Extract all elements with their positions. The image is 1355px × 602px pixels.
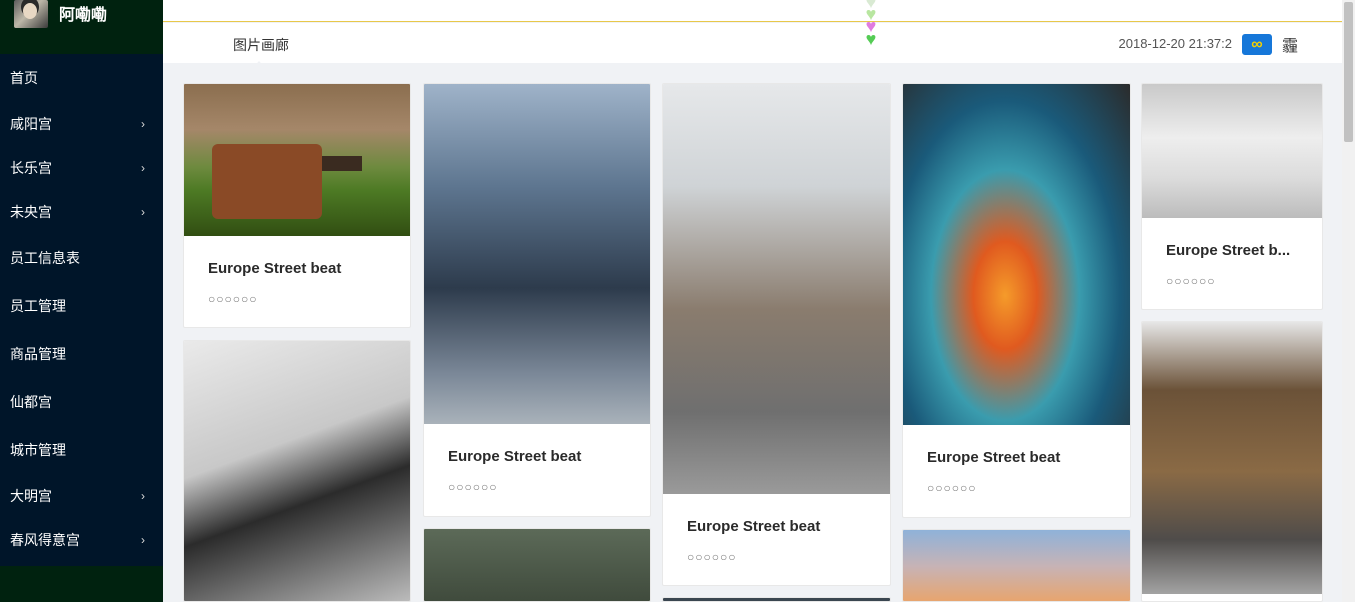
card-title: Europe Street beat bbox=[208, 260, 342, 277]
chevron-right-icon: › bbox=[141, 489, 145, 503]
sidebar-item-label: 首页 bbox=[10, 70, 38, 86]
sidebar-item-city-management[interactable]: 城市管理 bbox=[0, 426, 163, 474]
card-title: Europe Street b... bbox=[1166, 242, 1291, 259]
sidebar-footer bbox=[0, 566, 163, 602]
sidebar: 阿嘞嘞 首页 咸阳宫 › 长乐宫 › 未央宫 › 员工信息表 员工管理 商品管理 仙都… bbox=[0, 0, 163, 602]
sidebar-item-label: 仙都宫 bbox=[10, 394, 52, 410]
gallery-card[interactable] bbox=[423, 528, 651, 602]
page-scrollbar[interactable] bbox=[1342, 0, 1355, 602]
sidebar-item-daming-palace[interactable]: 大明宫 › bbox=[0, 474, 163, 518]
sidebar-item-employee-management[interactable]: 员工管理 bbox=[0, 282, 163, 330]
card-title: Europe Street beat bbox=[927, 449, 1061, 466]
sunset-clouds-photo bbox=[903, 530, 1130, 601]
card-description: ○○○○○○ bbox=[208, 292, 258, 306]
sidebar-item-label: 大明宫 bbox=[10, 488, 52, 504]
mountain-road-skater-photo bbox=[1142, 322, 1322, 594]
sidebar-item-xianyang-palace[interactable]: 咸阳宫 › bbox=[0, 102, 163, 146]
gallery-card[interactable]: Europe Street beat ○○○○○○ bbox=[902, 83, 1131, 518]
gallery-card[interactable] bbox=[183, 340, 411, 602]
helicopter-woman-photo bbox=[424, 84, 650, 424]
chevron-right-icon: › bbox=[141, 161, 145, 175]
japanese-street-photo bbox=[663, 84, 890, 494]
gallery-card[interactable]: Europe Street beat ○○○○○○ bbox=[662, 83, 891, 586]
ocean-wave-sunset-photo bbox=[903, 84, 1130, 425]
weather-label: 霾 bbox=[1281, 38, 1298, 55]
avatar[interactable] bbox=[14, 0, 48, 28]
chevron-right-icon: › bbox=[141, 205, 145, 219]
heart-icon: ♥ bbox=[865, 29, 877, 49]
card-title: Europe Street beat bbox=[687, 518, 821, 535]
breadcrumb-caret-icon bbox=[251, 61, 267, 70]
card-description: ○○○○○○ bbox=[927, 481, 977, 495]
sidebar-item-xiandu-palace[interactable]: 仙都宫 bbox=[0, 378, 163, 426]
sidebar-item-label: 咸阳宫 bbox=[10, 116, 52, 132]
chevron-right-icon: › bbox=[141, 533, 145, 547]
breadcrumb: 图片画廊 bbox=[233, 37, 289, 53]
sidebar-menu: 首页 咸阳宫 › 长乐宫 › 未央宫 › 员工信息表 员工管理 商品管理 仙都宫 城市… bbox=[0, 54, 163, 562]
user-panel: 阿嘞嘞 bbox=[0, 0, 163, 54]
datetime-display: 2018-12-20 21:37:2 bbox=[1118, 36, 1232, 51]
user-name: 阿嘞嘞 bbox=[59, 7, 108, 24]
blurred-green-photo bbox=[424, 529, 650, 601]
sidebar-item-label: 春风得意宫 bbox=[10, 532, 80, 548]
sidebar-item-label: 商品管理 bbox=[10, 346, 66, 362]
scrollbar-thumb[interactable] bbox=[1344, 2, 1353, 142]
breadcrumb-bar: 图片画廊 2018-12-20 21:37:2 ∞ 霾 bbox=[163, 23, 1342, 70]
snowy-jeep-photo bbox=[1142, 84, 1322, 218]
sidebar-item-label: 员工管理 bbox=[10, 298, 66, 314]
dark-photo bbox=[663, 598, 890, 601]
hearts-decoration: ♥ ♥ ♥ ♥ bbox=[862, 0, 880, 50]
sidebar-item-home[interactable]: 首页 bbox=[0, 54, 163, 102]
card-title: Europe Street beat bbox=[448, 448, 582, 465]
sidebar-item-label: 城市管理 bbox=[10, 442, 66, 458]
top-header-bar bbox=[163, 0, 1342, 22]
sidebar-item-label: 长乐宫 bbox=[10, 160, 52, 176]
gallery-card[interactable]: Europe Street beat ○○○○○○ bbox=[183, 83, 411, 328]
card-description: ○○○○○○ bbox=[448, 480, 498, 494]
sidebar-item-weiyang-palace[interactable]: 未央宫 › bbox=[0, 190, 163, 234]
sidebar-item-product-management[interactable]: 商品管理 bbox=[0, 330, 163, 378]
sidebar-item-changle-palace[interactable]: 长乐宫 › bbox=[0, 146, 163, 190]
forest-suitcase-photo bbox=[184, 84, 410, 236]
sidebar-item-employee-info[interactable]: 员工信息表 bbox=[0, 234, 163, 282]
sidebar-item-label: 员工信息表 bbox=[10, 250, 80, 266]
crow-illustration bbox=[184, 341, 410, 601]
gallery-card[interactable]: Europe Street beat ○○○○○○ bbox=[423, 83, 651, 517]
sidebar-item-chunfeng-palace[interactable]: 春风得意宫 › bbox=[0, 518, 163, 562]
gallery-card[interactable] bbox=[1141, 321, 1323, 602]
chevron-right-icon: › bbox=[141, 117, 145, 131]
card-description: ○○○○○○ bbox=[687, 550, 737, 564]
gallery-card[interactable]: Europe Street b... ○○○○○○ bbox=[1141, 83, 1323, 310]
gallery-card[interactable] bbox=[902, 529, 1131, 602]
weather-badge-icon[interactable]: ∞ bbox=[1242, 34, 1272, 55]
sidebar-item-label: 未央宫 bbox=[10, 204, 52, 220]
card-description: ○○○○○○ bbox=[1166, 274, 1216, 288]
gallery-card[interactable] bbox=[662, 597, 891, 602]
